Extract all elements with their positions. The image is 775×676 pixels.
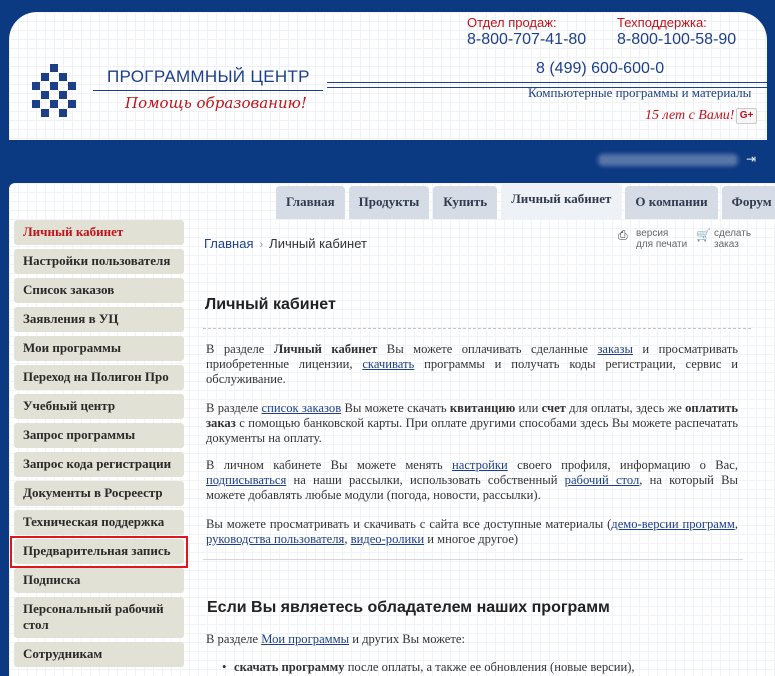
tagline: Компьютерные программы и материалы <box>528 85 752 100</box>
tab-buy[interactable]: Купить <box>433 186 498 219</box>
paragraph-my-programs: В разделе Мои программы и других Вы може… <box>206 632 465 646</box>
cart-icon: 🛒 <box>696 228 711 242</box>
page-title: Личный кабинет <box>205 296 336 313</box>
section-title-owners: Если Вы являетесь обладателем наших прог… <box>207 599 610 616</box>
print-label-2: для печати <box>636 239 688 250</box>
link-settings[interactable]: настройки <box>452 458 508 472</box>
sidebar-item-personal-desktop[interactable]: Персональный рабочий стол <box>14 597 184 638</box>
print-label-1: версия <box>636 228 669 239</box>
paragraph-orders: В разделе список заказов Вы можете скача… <box>206 401 738 445</box>
list-item: скачать программу после оплаты, а также … <box>222 660 635 675</box>
highlight-box <box>10 536 188 568</box>
brand-slogan: Помощь образованию! <box>125 94 307 112</box>
sidebar-item-account[interactable]: Личный кабинет <box>14 220 184 245</box>
link-videos[interactable]: видео-ролики <box>351 532 424 546</box>
sidebar-item-employees[interactable]: Сотрудникам <box>14 642 184 667</box>
breadcrumb-current: Личный кабинет <box>269 236 367 251</box>
paragraph-settings: В личном кабинете Вы можете менять настр… <box>206 458 738 502</box>
brand-title[interactable]: ПРОГРАММНЫЙ ЦЕНТР <box>107 67 310 87</box>
link-subscribe[interactable]: подписываться <box>206 473 286 487</box>
sidebar-item-applications[interactable]: Заявления в УЦ <box>14 307 184 332</box>
years-badge: 15 лет с Вами! <box>645 108 735 123</box>
link-download[interactable]: скачивать <box>362 357 414 371</box>
breadcrumb-home[interactable]: Главная <box>204 236 253 251</box>
tab-home[interactable]: Главная <box>276 186 345 219</box>
sales-label: Отдел продаж: <box>467 15 557 30</box>
paragraph-materials: Вы можете просматривать и скачивать с са… <box>206 517 738 546</box>
sidebar-item-program-request[interactable]: Запрос программы <box>14 423 184 448</box>
link-user-manuals[interactable]: руководства пользователя <box>206 532 344 546</box>
sidebar-item-reg-code-request[interactable]: Запрос кода регистрации <box>14 452 184 477</box>
google-plus-button[interactable]: G+ <box>736 108 757 124</box>
sidebar-item-subscription[interactable]: Подписка <box>14 568 184 593</box>
sidebar-item-my-programs[interactable]: Мои программы <box>14 336 184 361</box>
tab-forum[interactable]: Форум <box>721 186 775 219</box>
sidebar-item-training-center[interactable]: Учебный центр <box>14 394 184 419</box>
link-order-list[interactable]: список заказов <box>262 401 342 415</box>
link-orders[interactable]: заказы <box>597 342 633 356</box>
sidebar-item-polygon-pro[interactable]: Переход на Полигон Про <box>14 365 184 390</box>
tab-products[interactable]: Продукты <box>348 186 430 219</box>
link-demo-versions[interactable]: демо-версии программ <box>611 517 735 531</box>
user-name-blurred[interactable] <box>598 154 738 166</box>
breadcrumb: Главная › Личный кабинет <box>204 236 367 251</box>
brand-divider <box>93 90 323 91</box>
link-desktop[interactable]: рабочий стол <box>565 473 640 487</box>
paragraph-intro: В разделе Личный кабинет Вы можете оплач… <box>206 342 738 386</box>
tab-account[interactable]: Личный кабинет <box>501 183 622 219</box>
printer-icon: ⎙ <box>618 228 628 242</box>
main-nav-tabs: Главная Продукты Купить Личный кабинет О… <box>276 183 775 219</box>
title-divider <box>203 328 751 329</box>
order-label-1: сделать <box>714 228 752 239</box>
sidebar-menu: Личный кабинет Настройки пользователя Сп… <box>14 220 184 671</box>
sidebar-item-user-settings[interactable]: Настройки пользователя <box>14 249 184 274</box>
section-divider <box>203 559 743 560</box>
header-divider-top <box>327 82 767 83</box>
support-label: Техподдержка: <box>617 15 707 30</box>
logout-icon[interactable]: ⇥ <box>746 152 760 166</box>
tab-about[interactable]: О компании <box>625 186 718 219</box>
sidebar-item-orders[interactable]: Список заказов <box>14 278 184 303</box>
breadcrumb-separator-icon: › <box>259 239 264 251</box>
main-phone: 8 (499) 600-600-0 <box>536 60 665 77</box>
sidebar-item-tech-support[interactable]: Техническая поддержка <box>14 510 184 535</box>
order-label-2: заказ <box>714 239 739 250</box>
logo-icon[interactable] <box>29 64 83 118</box>
sidebar-item-rosreestr-docs[interactable]: Документы в Росреестр <box>14 481 184 506</box>
site-header: ПРОГРАММНЫЙ ЦЕНТР Помощь образованию! От… <box>9 12 767 140</box>
link-my-programs[interactable]: Мои программы <box>261 632 349 646</box>
support-phone: 8-800-100-58-90 <box>617 31 737 48</box>
sales-phone: 8-800-707-41-80 <box>467 31 587 48</box>
